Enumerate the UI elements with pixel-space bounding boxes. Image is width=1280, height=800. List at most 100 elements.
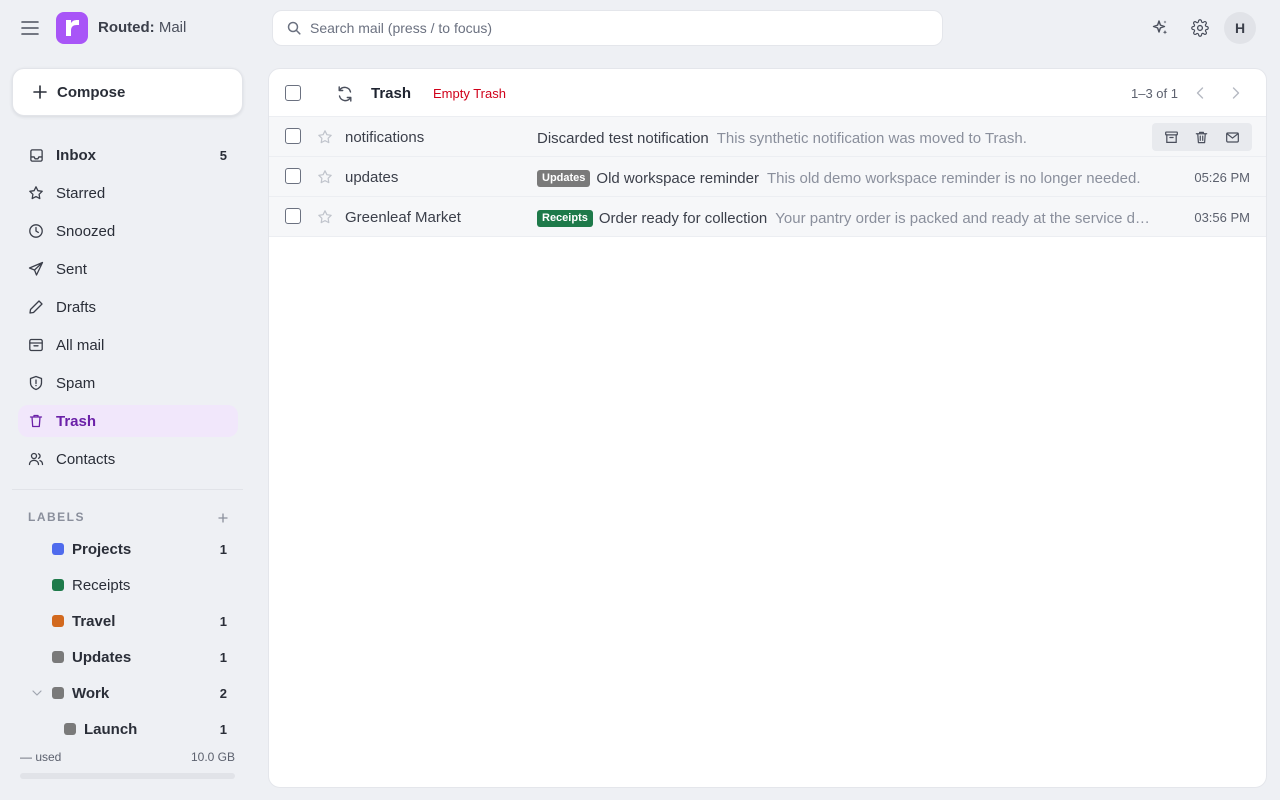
label-item-receipts[interactable]: Receipts [52, 570, 227, 600]
row-checkbox[interactable] [285, 208, 301, 224]
storage-bar [20, 773, 235, 779]
label-name: Travel [72, 612, 116, 630]
label-item-launch[interactable]: Launch 1 [64, 714, 227, 744]
app-name: Mail [158, 19, 187, 36]
archive-icon [28, 337, 44, 353]
message-sender: Greenleaf Market [345, 209, 461, 226]
label-color-swatch [52, 687, 64, 699]
send-icon [28, 261, 44, 277]
trash-icon [28, 413, 44, 429]
message-sender: updates [345, 169, 399, 186]
collapse-work-toggle[interactable] [31, 687, 43, 699]
nav-label: Contacts [56, 450, 116, 468]
nav-item-trash[interactable]: Trash [18, 405, 238, 437]
chevron-down-icon [32, 690, 42, 696]
nav-label: Drafts [56, 298, 97, 316]
star-icon [318, 210, 332, 224]
envelope-icon [1226, 131, 1240, 143]
row-checkbox[interactable] [285, 128, 301, 144]
app-brand: Routed: [98, 19, 155, 36]
users-icon [28, 451, 44, 467]
message-row[interactable]: notifications Discarded test notificatio… [269, 117, 1266, 157]
nav-count: 5 [219, 147, 227, 163]
label-name: Receipts [72, 576, 131, 594]
chevron-left-icon [1196, 87, 1204, 99]
pagination-range: 1–3 of 1 [1131, 86, 1178, 101]
star-toggle[interactable] [316, 128, 334, 146]
label-color-swatch [52, 651, 64, 663]
settings-button[interactable] [1188, 16, 1212, 40]
nav-item-sent[interactable]: Sent [18, 253, 238, 285]
mark-read-button[interactable] [1223, 127, 1243, 147]
message-time: 03:56 PM [1194, 210, 1250, 225]
message-subject: Discarded test notification [537, 129, 709, 147]
main-menu-button[interactable] [18, 16, 42, 40]
delete-button[interactable] [1192, 127, 1212, 147]
add-label-button[interactable] [214, 509, 232, 527]
app-title: Routed: Mail [98, 19, 186, 36]
nav-item-snoozed[interactable]: Snoozed [18, 215, 238, 247]
nav-label: Sent [56, 260, 87, 278]
nav-label: Starred [56, 184, 106, 202]
row-checkbox[interactable] [285, 168, 301, 184]
empty-trash-button[interactable]: Empty Trash [433, 86, 506, 101]
refresh-button[interactable] [335, 84, 355, 104]
message-snippet: This synthetic notification was moved to… [716, 129, 1027, 147]
row-actions [1152, 123, 1252, 151]
sidebar-divider [12, 489, 243, 490]
plus-icon [33, 85, 47, 99]
labels-header: LABELS [28, 510, 85, 524]
inbox-icon [28, 147, 44, 163]
nav-item-all-mail[interactable]: All mail [18, 329, 238, 361]
message-row[interactable]: Greenleaf Market Receipts Order ready fo… [269, 197, 1266, 237]
message-subject: Old workspace reminder [596, 169, 759, 187]
label-name: Launch [84, 720, 138, 738]
nav-item-starred[interactable]: Starred [18, 177, 238, 209]
label-count: 2 [219, 685, 227, 701]
storage-used: — used [20, 750, 62, 764]
nav-item-contacts[interactable]: Contacts [18, 443, 238, 475]
message-preview: Discarded test notification This synthet… [537, 128, 1157, 148]
star-icon [318, 170, 332, 184]
assistant-button[interactable] [1148, 16, 1172, 40]
app-logo[interactable] [56, 12, 88, 44]
select-all-checkbox[interactable] [285, 85, 301, 101]
compose-button[interactable]: Compose [12, 68, 243, 116]
message-label-tag: Updates [537, 169, 591, 187]
star-toggle[interactable] [316, 168, 334, 186]
star-toggle[interactable] [316, 208, 334, 226]
message-sender: notifications [345, 129, 425, 146]
nav-label: Trash [56, 412, 97, 430]
label-item-work[interactable]: Work 2 [52, 678, 227, 708]
label-color-swatch [52, 615, 64, 627]
archive-button[interactable] [1161, 127, 1181, 147]
storage-total: 10.0 GB [190, 750, 235, 764]
refresh-icon [338, 86, 352, 102]
label-color-swatch [52, 543, 64, 555]
next-page-button[interactable] [1226, 83, 1246, 103]
nav-label: Snoozed [56, 222, 116, 240]
search-input[interactable]: Search mail (press / to focus) [272, 10, 943, 46]
label-color-swatch [52, 579, 64, 591]
folder-nav: Inbox 5 Starred Snoozed Sent Drafts All … [18, 139, 238, 481]
label-item-travel[interactable]: Travel 1 [52, 606, 227, 636]
message-time: 05:26 PM [1194, 170, 1250, 185]
archive-icon [1164, 130, 1178, 143]
label-count: 1 [219, 649, 227, 665]
list-toolbar: Trash Empty Trash 1–3 of 1 [269, 69, 1266, 117]
label-name: Work [72, 684, 110, 702]
nav-item-drafts[interactable]: Drafts [18, 291, 238, 323]
prev-page-button[interactable] [1190, 83, 1210, 103]
hamburger-icon [21, 21, 39, 35]
search-icon [287, 21, 301, 35]
folder-title: Trash [371, 85, 412, 102]
label-item-updates[interactable]: Updates 1 [52, 642, 227, 672]
label-item-projects[interactable]: Projects 1 [52, 534, 227, 564]
nav-item-inbox[interactable]: Inbox 5 [18, 139, 238, 171]
label-count: 1 [219, 721, 227, 737]
gear-icon [1191, 19, 1209, 37]
user-avatar[interactable]: H [1224, 12, 1256, 44]
nav-item-spam[interactable]: Spam [18, 367, 238, 399]
plus-icon [218, 513, 228, 523]
message-row[interactable]: updates Updates Old workspace reminder T… [269, 157, 1266, 197]
